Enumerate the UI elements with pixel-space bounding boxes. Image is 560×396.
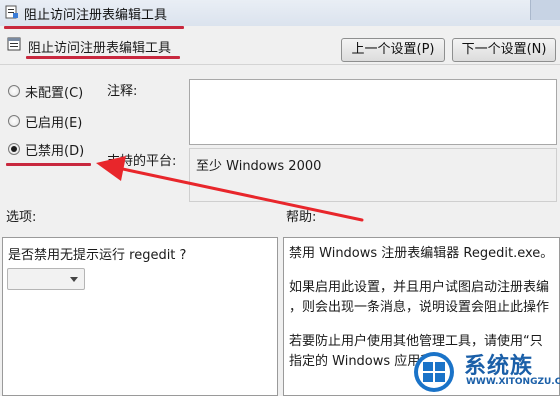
watermark-text: 系统族 [464, 354, 534, 379]
watermark-logo [414, 352, 454, 392]
annotation-arrow [96, 156, 364, 222]
watermark-url: WWW.XITONGZU.COM [466, 377, 560, 387]
